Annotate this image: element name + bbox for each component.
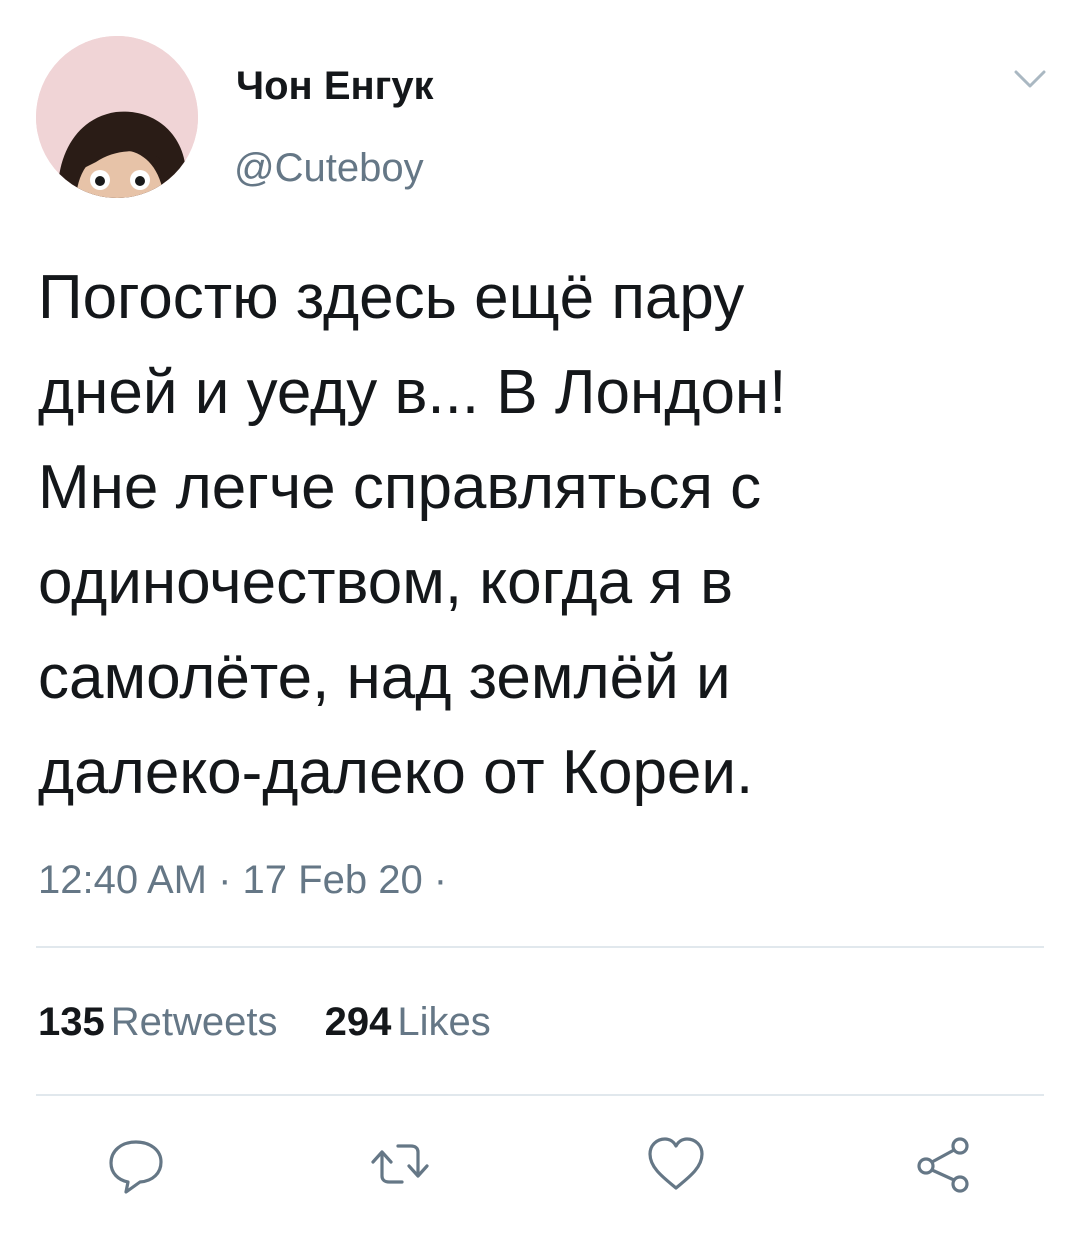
likes-stat[interactable]: 294 Likes (325, 998, 491, 1046)
reply-button[interactable] (104, 1132, 168, 1196)
chevron-down-icon[interactable] (1008, 58, 1052, 102)
retweet-button[interactable] (368, 1132, 432, 1196)
retweet-icon (371, 1144, 429, 1184)
tweet-text: Погостю здесь ещё пару дней и уеду в... … (38, 263, 787, 807)
tweet-timestamp[interactable]: 12:40 AM · 17 Feb 20 · (38, 856, 447, 904)
display-name[interactable]: Чон Енгук (236, 62, 434, 110)
likes-label: Likes (397, 1000, 491, 1044)
retweets-stat[interactable]: 135 Retweets (38, 998, 278, 1046)
like-button[interactable] (644, 1132, 708, 1196)
retweets-count: 135 (38, 1000, 105, 1044)
share-button[interactable] (912, 1132, 976, 1196)
tweet-stats: 135 Retweets 294 Likes (38, 998, 491, 1046)
share-icon (917, 1137, 969, 1193)
reply-icon (109, 1140, 163, 1194)
avatar-photo-icon (36, 36, 198, 198)
heart-icon (648, 1137, 704, 1190)
likes-count: 294 (324, 1000, 392, 1044)
divider (36, 946, 1044, 948)
divider (36, 1094, 1044, 1096)
avatar[interactable] (36, 36, 198, 198)
user-handle[interactable]: @Cuteboy (234, 144, 424, 192)
retweets-label: Retweets (110, 1000, 278, 1044)
